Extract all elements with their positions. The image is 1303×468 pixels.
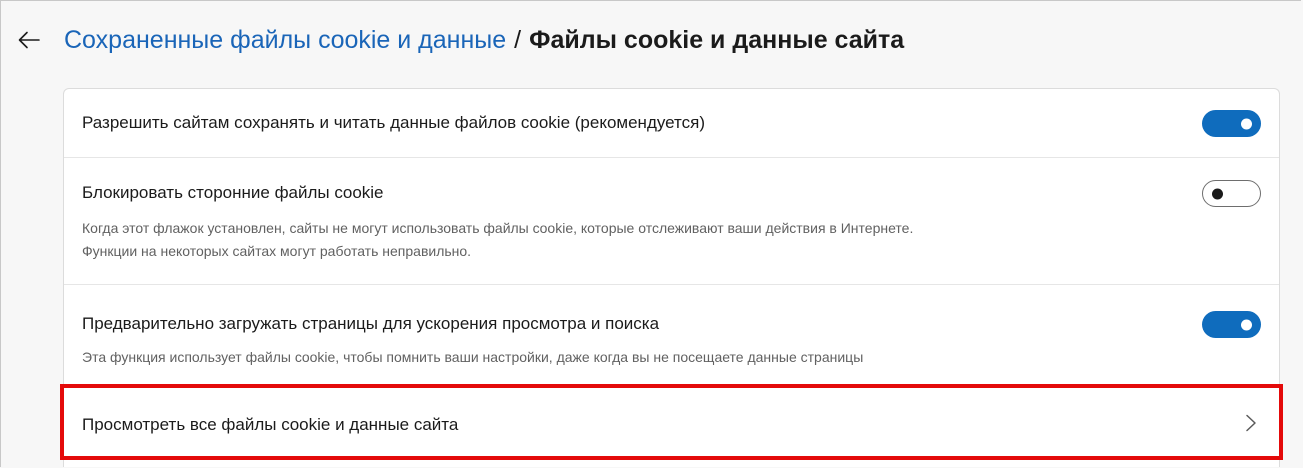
setting-row-preload-pages: Предварительно загружать страницы для ус… (64, 284, 1279, 386)
chevron-right-icon (1246, 414, 1256, 432)
breadcrumb-parent-link[interactable]: Сохраненные файлы cookie и данные (64, 26, 506, 55)
setting-row-allow-cookies: Разрешить сайтам сохранять и читать данн… (64, 89, 1279, 157)
breadcrumb: Сохраненные файлы cookie и данные / Файл… (18, 22, 904, 58)
setting-title: Разрешить сайтам сохранять и читать данн… (82, 113, 706, 132)
toggle-knob (1212, 188, 1223, 199)
back-arrow-icon[interactable] (18, 29, 40, 51)
setting-description: Функции на некоторых сайтах могут работа… (82, 243, 472, 259)
preload-pages-toggle[interactable] (1202, 311, 1261, 338)
toggle-knob (1241, 118, 1252, 129)
toggle-knob (1241, 319, 1252, 330)
block-third-party-cookies-toggle[interactable] (1202, 180, 1261, 207)
setting-description: Когда этот флажок установлен, сайты не м… (82, 220, 914, 236)
setting-description: Эта функция использует файлы cookie, что… (82, 349, 864, 365)
allow-cookies-toggle[interactable] (1202, 110, 1261, 137)
setting-title: Просмотреть все файлы cookie и данные са… (82, 415, 459, 434)
cookie-settings-card: Разрешить сайтам сохранять и читать данн… (63, 88, 1280, 467)
breadcrumb-separator: / (514, 25, 522, 54)
setting-row-block-third-party: Блокировать сторонние файлы cookie Когда… (64, 157, 1279, 284)
page-title: Файлы cookie и данные сайта (529, 25, 905, 54)
setting-title: Блокировать сторонние файлы cookie (82, 183, 384, 202)
see-all-cookies-link-row[interactable]: Просмотреть все файлы cookie и данные са… (64, 386, 1279, 458)
setting-title: Предварительно загружать страницы для ус… (82, 314, 660, 333)
